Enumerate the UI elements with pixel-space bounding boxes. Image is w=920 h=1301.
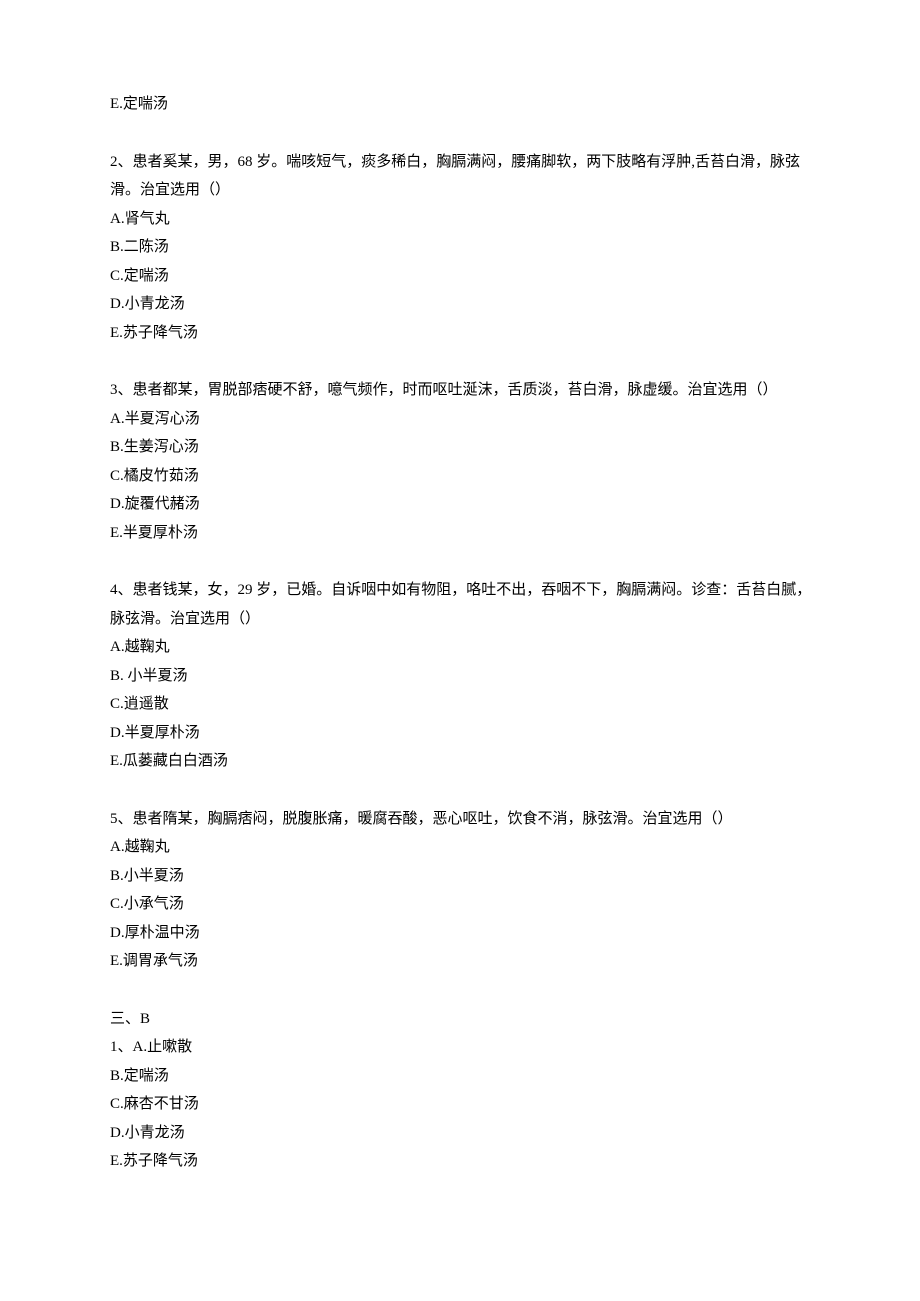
option-c: C.麻杏不甘汤	[110, 1090, 820, 1119]
option-b: B.定喘汤	[110, 1062, 820, 1091]
option-a: A.越鞠丸	[110, 633, 820, 662]
option-c: C.小承气汤	[110, 890, 820, 919]
question-stem: 4、患者钱某，女，29 岁，已婚。自诉咽中如有物阻，咯吐不出，吞咽不下，胸膈满闷…	[110, 576, 820, 633]
question-stem: 2、患者奚某，男，68 岁。喘咳短气，痰多稀白，胸膈满闷，腰痛脚软，两下肢略有浮…	[110, 148, 820, 205]
option-c: C.逍遥散	[110, 690, 820, 719]
option-d: D.小青龙汤	[110, 290, 820, 319]
question-stem: 5、患者隋某，胸膈痞闷，脱腹胀痛，暖腐吞酸，恶心呕吐，饮食不消，脉弦滑。治宜选用…	[110, 805, 820, 834]
top-fragment: E.定喘汤	[110, 90, 820, 119]
question-2: 2、患者奚某，男，68 岁。喘咳短气，痰多稀白，胸膈满闷，腰痛脚软，两下肢略有浮…	[110, 148, 820, 348]
option-d: D.小青龙汤	[110, 1119, 820, 1148]
question-stem: 3、患者都某，胃脱部痞硬不舒，噫气频作，时而呕吐涎沫，舌质淡，苔白滑，脉虚缓。治…	[110, 376, 820, 405]
option-d: D.厚朴温中汤	[110, 919, 820, 948]
option-e: E.定喘汤	[110, 90, 820, 119]
option-c: C.定喘汤	[110, 262, 820, 291]
option-e: E.瓜蒌藏白白酒汤	[110, 747, 820, 776]
option-e: E.苏子降气汤	[110, 1147, 820, 1176]
option-a: A.肾气丸	[110, 205, 820, 234]
option-e: E.半夏厚朴汤	[110, 519, 820, 548]
section-3: 三、B 1、A.止嗽散 B.定喘汤 C.麻杏不甘汤 D.小青龙汤 E.苏子降气汤	[110, 1005, 820, 1176]
option-e: E.调胃承气汤	[110, 947, 820, 976]
option-a: A.半夏泻心汤	[110, 405, 820, 434]
option-b: B.二陈汤	[110, 233, 820, 262]
option-b: B. 小半夏汤	[110, 662, 820, 691]
option-e: E.苏子降气汤	[110, 319, 820, 348]
option-a: 1、A.止嗽散	[110, 1033, 820, 1062]
option-d: D.旋覆代赭汤	[110, 490, 820, 519]
question-4: 4、患者钱某，女，29 岁，已婚。自诉咽中如有物阻，咯吐不出，吞咽不下，胸膈满闷…	[110, 576, 820, 776]
option-b: B.小半夏汤	[110, 862, 820, 891]
section-heading: 三、B	[110, 1005, 820, 1034]
question-5: 5、患者隋某，胸膈痞闷，脱腹胀痛，暖腐吞酸，恶心呕吐，饮食不消，脉弦滑。治宜选用…	[110, 805, 820, 976]
option-a: A.越鞠丸	[110, 833, 820, 862]
option-b: B.生姜泻心汤	[110, 433, 820, 462]
option-c: C.橘皮竹茹汤	[110, 462, 820, 491]
question-3: 3、患者都某，胃脱部痞硬不舒，噫气频作，时而呕吐涎沫，舌质淡，苔白滑，脉虚缓。治…	[110, 376, 820, 547]
option-d: D.半夏厚朴汤	[110, 719, 820, 748]
